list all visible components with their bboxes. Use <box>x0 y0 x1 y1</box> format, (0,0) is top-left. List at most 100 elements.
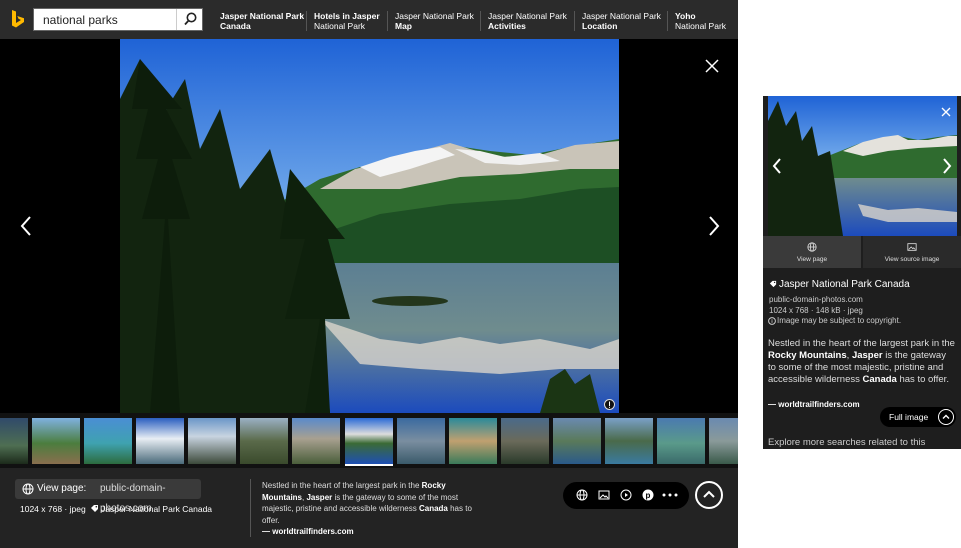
image-viewer: Jasper National Park Canada Hotels in Ja… <box>0 0 738 548</box>
related-search-location[interactable]: Jasper National Park Location <box>582 11 661 31</box>
top-bar: Jasper National Park Canada Hotels in Ja… <box>0 0 738 39</box>
full-image-button[interactable]: Full image <box>880 407 956 427</box>
related-line1: Jasper National Park <box>488 11 567 21</box>
thumbnail[interactable] <box>188 418 236 464</box>
search-icon <box>184 12 197 26</box>
desc-text: Nestled in the heart of the largest park… <box>262 481 422 490</box>
thumbnail-selected[interactable] <box>345 418 393 466</box>
view-page-label: View page: <box>37 483 87 494</box>
related-line1: Jasper National Park <box>395 11 474 21</box>
expand-up-button[interactable] <box>695 481 723 509</box>
thumbnail[interactable] <box>240 418 288 464</box>
previous-image-button[interactable] <box>771 156 783 176</box>
info-icon <box>768 317 776 325</box>
globe-icon <box>22 483 34 495</box>
panel-tabs: View page View source image <box>763 236 961 268</box>
thumbnail[interactable] <box>292 418 340 464</box>
close-viewer-button[interactable] <box>703 57 721 75</box>
related-line2: National Park <box>675 21 727 31</box>
thumbnail[interactable] <box>136 418 184 464</box>
related-line2: Location <box>582 21 618 31</box>
search-box <box>33 8 203 31</box>
desc-bold: Canada <box>418 504 448 513</box>
next-image-button[interactable] <box>941 156 953 176</box>
divider <box>387 11 388 31</box>
thumbnail[interactable] <box>553 418 601 464</box>
source-link[interactable]: — worldtrailfinders.com <box>262 527 354 536</box>
image-dimensions: 1024 x 768 · jpeg <box>20 504 86 514</box>
panel-source-link[interactable]: — worldtrailfinders.com <box>768 400 860 409</box>
image-icon[interactable] <box>598 489 610 501</box>
next-image-button[interactable] <box>704 211 724 241</box>
globe-icon[interactable] <box>576 489 588 501</box>
panel-domain[interactable]: public-domain-photos.com <box>769 295 863 305</box>
thumbnail[interactable] <box>84 418 132 464</box>
panel-image[interactable] <box>768 96 957 236</box>
view-page-button[interactable]: View page: public-domain-photos.com <box>15 479 201 514</box>
image-title[interactable]: Jasper National Park Canada <box>101 504 212 514</box>
thumbnail[interactable] <box>605 418 653 464</box>
related-line1: Hotels in Jasper <box>314 11 380 21</box>
main-image[interactable] <box>120 39 619 413</box>
tag-icon <box>91 505 98 512</box>
desc-bold: Jasper <box>306 492 333 502</box>
chevron-up-icon <box>703 490 715 498</box>
related-search-yoho[interactable]: Yoho National Park <box>675 11 726 31</box>
thumbnail[interactable] <box>32 418 80 464</box>
previous-image-button[interactable] <box>16 211 36 241</box>
thumbnail[interactable] <box>397 418 445 464</box>
related-line1: Jasper National Park <box>582 11 661 21</box>
image-details-footer: View page: public-domain-photos.com 1024… <box>0 468 738 548</box>
thumbnail-strip <box>0 413 738 468</box>
desc-bold: Rocky Mountains <box>768 350 847 361</box>
divider <box>480 11 481 31</box>
divider <box>250 479 251 537</box>
related-search-map[interactable]: Jasper National Park Map <box>395 11 474 31</box>
thumbnail[interactable] <box>501 418 549 464</box>
desc-bold: Jasper <box>851 350 883 361</box>
tag-icon <box>769 280 777 288</box>
close-panel-button[interactable] <box>940 106 952 118</box>
view-source-image-tab[interactable]: View source image <box>863 236 961 268</box>
thumbnail[interactable] <box>709 418 738 464</box>
more-icon[interactable] <box>662 489 678 501</box>
divider <box>306 11 307 31</box>
action-toolbar: p <box>563 482 689 509</box>
explore-more-text[interactable]: Explore more searches related to this <box>768 437 925 448</box>
svg-text:p: p <box>646 491 651 500</box>
panel-title[interactable]: Jasper National Park Canada <box>779 279 910 290</box>
related-line2: Map <box>395 21 412 31</box>
panel-size: 1024 x 768 · 148 kB · jpeg <box>769 306 863 315</box>
search-button[interactable] <box>176 9 202 30</box>
related-search-jasper-canada[interactable]: Jasper National Park Canada <box>220 11 304 31</box>
related-line2: Canada <box>220 21 251 31</box>
image-detail-panel: View page View source image Jasper Natio… <box>763 96 961 449</box>
landscape-photo <box>768 96 957 236</box>
globe-icon <box>807 242 817 252</box>
pinterest-icon[interactable]: p <box>642 489 654 501</box>
divider <box>574 11 575 31</box>
thumbnail[interactable] <box>0 418 28 464</box>
thumbnail[interactable] <box>449 418 497 464</box>
related-line2: Activities <box>488 21 526 31</box>
view-page-tab[interactable]: View page <box>763 236 861 268</box>
view-source-label: View source image <box>884 256 940 263</box>
divider <box>667 11 668 31</box>
image-description: Nestled in the heart of the largest park… <box>262 480 484 538</box>
chevron-up-icon <box>938 409 954 425</box>
related-line1: Jasper National Park <box>220 11 305 21</box>
related-line2: National Park <box>314 21 366 31</box>
bing-logo-icon[interactable] <box>10 9 26 29</box>
full-image-label: Full image <box>889 412 929 422</box>
info-icon[interactable] <box>604 399 615 410</box>
related-search-hotels[interactable]: Hotels in Jasper National Park <box>314 11 380 31</box>
view-page-label: View page <box>796 256 828 263</box>
panel-description: Nestled in the heart of the largest park… <box>768 338 956 386</box>
desc-bold: Canada <box>862 374 897 385</box>
landscape-photo <box>120 39 619 413</box>
search-input[interactable] <box>34 9 174 30</box>
desc-text: Nestled in the heart of the largest park… <box>768 338 955 349</box>
play-icon[interactable] <box>620 489 632 501</box>
thumbnail[interactable] <box>657 418 705 464</box>
related-search-activities[interactable]: Jasper National Park Activities <box>488 11 567 31</box>
